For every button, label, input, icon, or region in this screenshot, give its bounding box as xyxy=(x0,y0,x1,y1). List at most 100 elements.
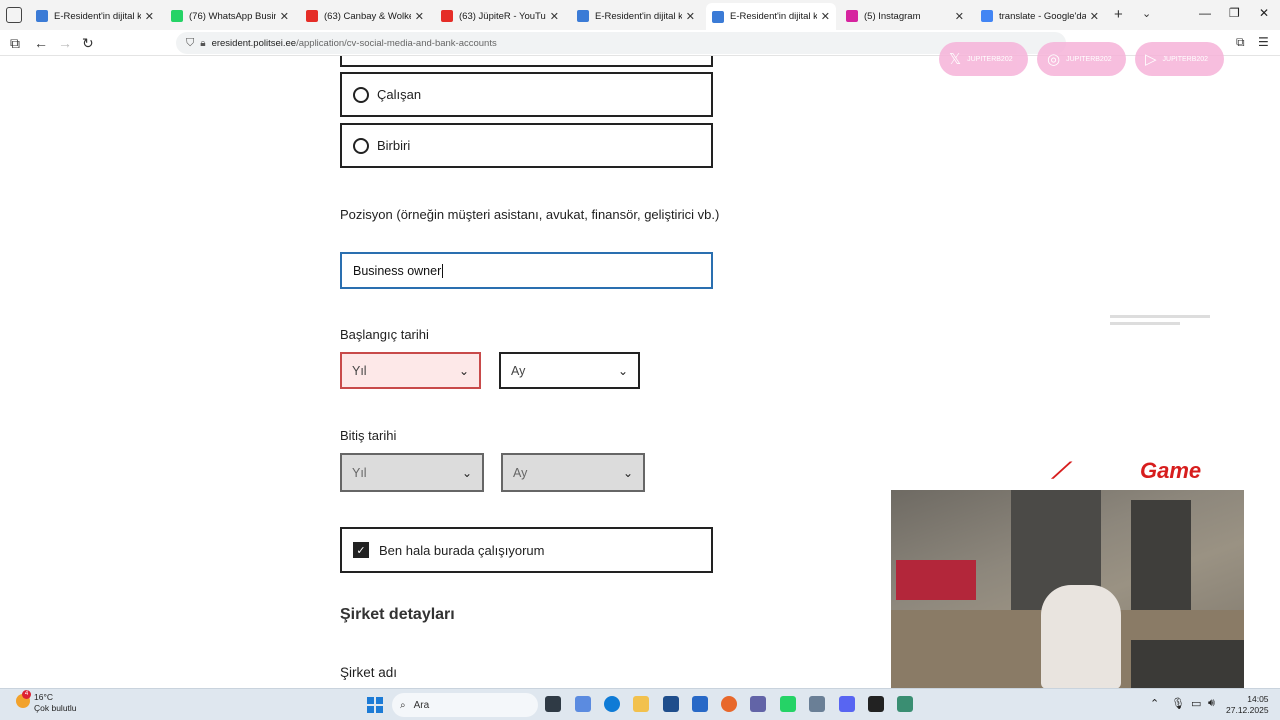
browser-tab[interactable]: translate - Google'da Ara ✕ xyxy=(975,4,1105,28)
minimize-icon[interactable]: — xyxy=(1199,6,1211,20)
copilot-icon[interactable] xyxy=(575,696,591,712)
reload-icon[interactable]: ↻ xyxy=(82,35,94,52)
browser-tab[interactable]: (63) Canbay & Wolker - Ka ✕ xyxy=(300,4,430,28)
shield-icon xyxy=(36,10,48,22)
epic-games-icon[interactable] xyxy=(868,696,884,712)
tab-title: E-Resident'in dijital kimliği xyxy=(730,11,817,22)
tab-list-chevron-icon[interactable]: ⌄ xyxy=(1142,7,1151,20)
discord-icon[interactable] xyxy=(839,696,855,712)
social-handle: JUPITERB202 xyxy=(1066,55,1112,63)
social-handle: JUPITERB202 xyxy=(1162,55,1209,63)
taskbar: 4 16°C Çok bulutlu ⌕ Ara ⌃ 🎙︎ ▭ 🔊︎ 14:05… xyxy=(0,688,1280,720)
outlook-icon[interactable] xyxy=(692,696,708,712)
close-tab-icon[interactable]: ✕ xyxy=(821,10,830,23)
option-calisan[interactable]: Çalışan xyxy=(340,72,713,117)
browser-tab[interactable]: E-Resident'in dijital kimliği ✕ xyxy=(571,4,701,28)
notification-badge: 4 xyxy=(22,690,31,699)
search-placeholder: Ara xyxy=(413,699,430,711)
option-label: Birbiri xyxy=(377,138,411,153)
end-month-select[interactable]: Ay ⌄ xyxy=(501,453,645,492)
close-tab-icon[interactable]: ✕ xyxy=(550,10,559,23)
tab-title: (76) WhatsApp Business xyxy=(189,10,276,22)
taskbar-search[interactable]: ⌕ Ara xyxy=(392,693,538,717)
youtube-icon xyxy=(441,10,453,22)
start-date-label: Başlangıç tarihi xyxy=(340,327,429,342)
tab-title: translate - Google'da Ara xyxy=(999,10,1086,22)
back-icon[interactable]: ← xyxy=(34,35,48,51)
close-tab-icon[interactable]: ✕ xyxy=(145,10,154,23)
edge-icon[interactable] xyxy=(604,696,620,712)
overlay-note-line xyxy=(1110,322,1180,325)
tracking-shield-icon[interactable]: ⛉ xyxy=(186,37,194,50)
close-tab-icon[interactable]: ✕ xyxy=(415,10,424,23)
text-caret xyxy=(442,263,444,278)
url-path: /application/cv-social-media-and-bank-ac… xyxy=(296,37,497,49)
position-label: Pozisyon (örneğin müşteri asistanı, avuk… xyxy=(340,207,720,222)
tab-title: E-Resident'in dijital kimliği xyxy=(595,10,682,22)
browser-tab-strip: E-Resident'in dijital kimliği✕(76) Whats… xyxy=(0,0,1280,30)
close-tab-icon[interactable]: ✕ xyxy=(955,10,964,23)
store-icon[interactable] xyxy=(663,696,679,712)
close-window-icon[interactable]: ✕ xyxy=(1259,6,1269,20)
clock-date: 27.12.2025 xyxy=(1226,705,1269,715)
menu-icon[interactable]: ☰ xyxy=(1258,35,1269,49)
whatsapp-icon[interactable] xyxy=(780,696,796,712)
radio-button[interactable] xyxy=(353,137,369,154)
weather-widget[interactable]: 4 16°C Çok bulutlu xyxy=(14,690,77,714)
close-tab-icon[interactable]: ✕ xyxy=(1090,10,1099,23)
shield-icon xyxy=(577,10,589,22)
chevron-down-icon: ⌄ xyxy=(617,363,628,378)
start-button[interactable] xyxy=(367,697,383,713)
new-tab-icon[interactable]: + xyxy=(1114,6,1123,23)
tab-actions-icon[interactable] xyxy=(6,7,22,23)
browser-tab[interactable]: E-Resident'in dijital kimliği ✕ xyxy=(706,3,836,30)
previous-option-box[interactable] xyxy=(340,56,713,67)
teams-icon[interactable] xyxy=(750,696,766,712)
still-working-checkbox-row[interactable]: ✓ Ben hala burada çalışıyorum xyxy=(340,527,713,573)
chevron-down-icon: ⌄ xyxy=(458,363,469,378)
tray-chevron-icon[interactable]: ⌃ xyxy=(1150,697,1159,710)
browser-tab[interactable]: (76) WhatsApp Business ✕ xyxy=(165,4,295,28)
close-tab-icon[interactable]: ✕ xyxy=(280,10,289,23)
start-month-select[interactable]: Ay ⌄ xyxy=(499,352,640,389)
chevron-down-icon: ⌄ xyxy=(622,465,633,480)
checkmark-icon[interactable]: ✓ xyxy=(353,542,369,558)
extensions-icon[interactable]: ⧉ xyxy=(1236,35,1245,50)
chevron-down-icon: ⌄ xyxy=(461,465,472,480)
task-view-icon[interactable] xyxy=(545,696,561,712)
browser-tab[interactable]: (5) Instagram ✕ xyxy=(840,4,970,28)
position-input-value: Business owner xyxy=(353,263,442,278)
file-explorer-icon[interactable] xyxy=(633,696,649,712)
radio-button[interactable] xyxy=(353,86,369,103)
vpn-icon[interactable] xyxy=(897,696,913,712)
volume-icon[interactable]: 🔊︎ xyxy=(1208,697,1215,710)
lock-icon[interactable]: 🔒︎ xyxy=(200,38,205,49)
social-handle: JUPITERB202 xyxy=(967,55,1013,63)
maximize-icon[interactable]: ❐ xyxy=(1229,6,1240,20)
position-input[interactable]: Business owner xyxy=(340,252,713,289)
shield-icon xyxy=(712,10,724,23)
clock[interactable]: 14:05 27.12.2025 xyxy=(1226,694,1269,716)
youtube-icon: ▷ xyxy=(1145,51,1157,68)
start-year-select[interactable]: Yıl ⌄ xyxy=(340,352,481,389)
forward-icon[interactable]: → xyxy=(58,35,72,51)
still-working-label: Ben hala burada çalışıyorum xyxy=(379,542,545,558)
network-icon[interactable]: ▭ xyxy=(1191,697,1201,710)
social-pill: ◎ JUPITERB202 xyxy=(1037,42,1126,76)
option-birbiri[interactable]: Birbiri xyxy=(340,123,713,168)
mic-icon[interactable]: 🎙︎ xyxy=(1171,697,1185,710)
sidebar-toggle-icon[interactable]: ⧉ xyxy=(10,35,20,52)
google-icon xyxy=(981,10,993,22)
whatsapp-icon xyxy=(171,10,183,22)
end-date-label: Bitiş tarihi xyxy=(340,428,397,443)
brand-logo-mark: ⟋ xyxy=(1052,458,1068,483)
browser-tab[interactable]: (63) JüpiteR - YouTube ✕ xyxy=(435,4,565,28)
browser-tab[interactable]: E-Resident'in dijital kimliği ✕ xyxy=(30,4,160,28)
firefox-icon[interactable] xyxy=(721,696,737,712)
webcam-overlay xyxy=(891,490,1244,689)
address-bar[interactable]: ⛉ 🔒︎ eresident.politsei.ee/application/c… xyxy=(176,32,1066,54)
end-year-value: Yıl xyxy=(352,465,367,480)
settings-icon[interactable] xyxy=(809,696,825,712)
close-tab-icon[interactable]: ✕ xyxy=(686,10,695,23)
end-year-select[interactable]: Yıl ⌄ xyxy=(340,453,484,492)
